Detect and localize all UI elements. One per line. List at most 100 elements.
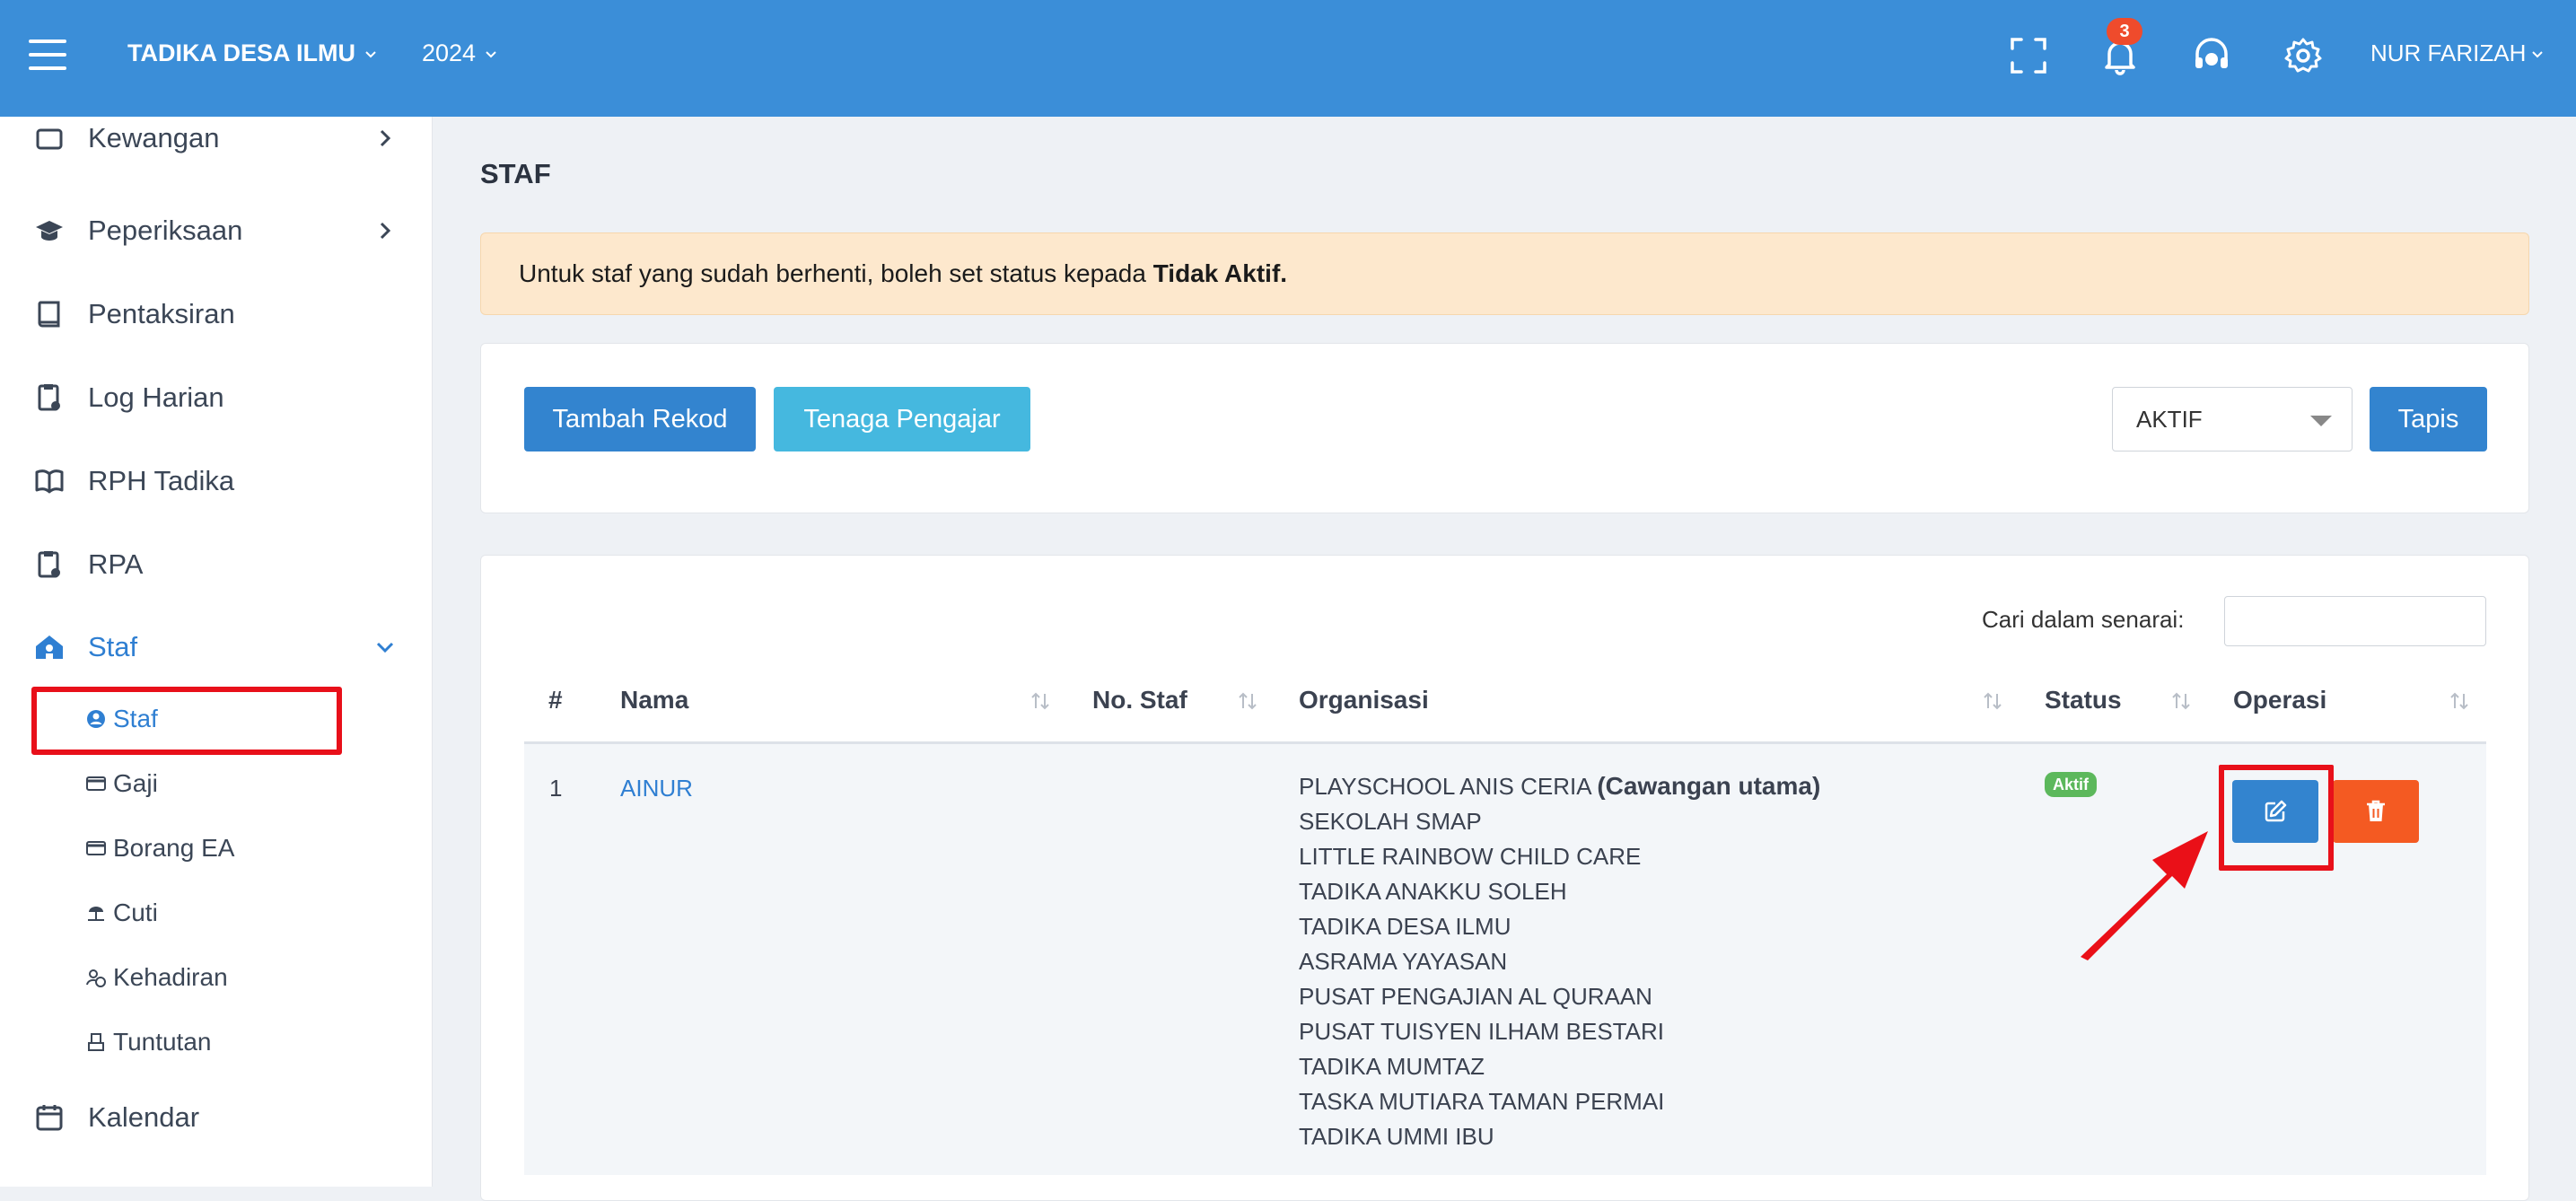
org-item: TADIKA ANAKKU SOLEH <box>1299 878 1567 905</box>
user-name: NUR FARIZAH <box>2370 39 2527 66</box>
highlight-annotation <box>31 687 342 755</box>
org-main-name: PLAYSCHOOL ANIS CERIA <box>1299 773 1591 800</box>
organisation-list: PLAYSCHOOL ANIS CERIA (Cawangan utama) S… <box>1299 768 1820 1154</box>
wallet-icon <box>36 128 63 150</box>
row-number: 1 <box>549 775 563 802</box>
org-item: LITTLE RAINBOW CHILD CARE <box>1299 843 1642 870</box>
chevron-right-icon <box>380 129 391 147</box>
notification-badge: 3 <box>2107 18 2142 45</box>
table-card: Cari dalam senarai: # Nama No. Staf Orga… <box>480 555 2529 1201</box>
sidebar-item-pentaksiran[interactable]: Pentaksiran <box>34 287 402 341</box>
chevron-down-icon <box>365 50 376 57</box>
org-item: TADIKA DESA ILMU <box>1299 913 1511 940</box>
school-name: TADIKA DESA ILMU <box>127 39 355 66</box>
card-icon <box>86 776 106 791</box>
sidebar-item-staf[interactable]: Staf <box>34 620 402 674</box>
sidebar-subitem-borang-ea[interactable]: Borang EA <box>86 828 337 869</box>
sidebar-item-rph-tadika[interactable]: RPH Tadika <box>34 454 402 508</box>
sidebar-subitem-label: Cuti <box>113 899 158 926</box>
sidebar-item-label: Peperiksaan <box>88 215 243 246</box>
sidebar-item-label: Pentaksiran <box>88 298 235 329</box>
sidebar-item-rpa[interactable]: RPA <box>34 538 402 592</box>
sidebar-subitem-label: Borang EA <box>113 834 235 862</box>
trash-icon <box>2367 800 2385 821</box>
column-header-no-staf[interactable]: No. Staf <box>1092 686 1187 714</box>
chevron-right-icon <box>380 222 391 240</box>
sidebar-item-label: RPH Tadika <box>88 465 235 496</box>
top-navbar: TADIKA DESA ILMU 2024 3 NUR FARIZAH <box>0 0 2576 117</box>
status-filter-value: AKTIF <box>2136 405 2203 433</box>
sidebar-item-label: Staf <box>88 631 138 662</box>
calendar-icon <box>36 1105 63 1131</box>
annotation-arrow-icon <box>2081 831 2208 960</box>
clipboard-icon <box>38 384 60 411</box>
sidebar-item-label: Log Harian <box>88 381 224 413</box>
column-header-nama[interactable]: Nama <box>620 686 688 714</box>
sort-icon[interactable] <box>1237 690 1258 712</box>
org-item: ASRAMA YAYASAN <box>1299 948 1508 975</box>
chevron-down-icon <box>486 50 496 57</box>
org-item: TADIKA UMMI IBU <box>1299 1123 1494 1150</box>
year-value: 2024 <box>422 39 477 66</box>
beach-icon <box>88 907 104 921</box>
alert-bold-text: Tidak Aktif. <box>1152 259 1288 287</box>
sidebar: Kewangan Peperiksaan Pentaksiran Log Har… <box>0 117 433 1187</box>
column-header-number[interactable]: # <box>548 686 563 714</box>
sort-icon[interactable] <box>2449 690 2470 712</box>
graduation-cap-icon <box>36 221 63 241</box>
filter-button[interactable]: Tapis <box>2370 387 2487 451</box>
status-filter-select[interactable]: AKTIF <box>2112 387 2353 451</box>
search-input[interactable] <box>2224 596 2486 646</box>
column-header-organisasi[interactable]: Organisasi <box>1299 686 1429 714</box>
school-icon <box>36 636 63 659</box>
org-item: PUSAT PENGAJIAN AL QURAAN <box>1299 983 1652 1010</box>
column-header-status[interactable]: Status <box>2045 686 2122 714</box>
fullscreen-icon[interactable] <box>2009 36 2048 75</box>
org-item: PUSAT TUISYEN ILHAM BESTARI <box>1299 1018 1664 1045</box>
user-clock-icon <box>86 969 106 987</box>
dropdown-arrow-icon <box>2310 416 2332 426</box>
year-selector[interactable]: 2024 <box>422 39 497 67</box>
sidebar-subitem-cuti[interactable]: Cuti <box>86 892 337 934</box>
org-item: TASKA MUTIARA TAMAN PERMAI <box>1299 1088 1665 1115</box>
sort-icon[interactable] <box>2170 690 2192 712</box>
sidebar-item-label: Kewangan <box>88 122 220 153</box>
alert-text: Untuk staf yang sudah berhenti, boleh se… <box>519 259 1153 287</box>
sidebar-subitem-tuntutan[interactable]: Tuntutan <box>86 1021 337 1063</box>
clipboard-icon <box>38 551 60 578</box>
sort-icon[interactable] <box>1030 690 1051 712</box>
gear-icon[interactable] <box>2283 36 2323 75</box>
sidebar-subitem-label: Kehadiran <box>113 963 228 991</box>
sidebar-item-label: Kalendar <box>88 1101 200 1133</box>
chevron-down-icon <box>376 642 394 653</box>
highlight-annotation <box>2219 765 2334 871</box>
info-alert: Untuk staf yang sudah berhenti, boleh se… <box>480 232 2529 315</box>
sidebar-subitem-kehadiran[interactable]: Kehadiran <box>86 957 337 998</box>
teacher-button[interactable]: Tenaga Pengajar <box>774 387 1030 451</box>
staff-name-link[interactable]: AINUR <box>620 775 693 802</box>
claim-icon <box>88 1033 104 1051</box>
delete-button[interactable] <box>2333 780 2419 843</box>
org-item: TADIKA MUMTAZ <box>1299 1053 1485 1080</box>
menu-icon[interactable] <box>29 39 66 70</box>
column-header-operasi[interactable]: Operasi <box>2233 686 2326 714</box>
org-main-note: (Cawangan utama) <box>1597 772 1821 800</box>
sidebar-item-kewangan[interactable]: Kewangan <box>34 117 402 165</box>
open-book-icon <box>35 469 64 494</box>
school-selector[interactable]: TADIKA DESA ILMU <box>127 39 377 67</box>
sidebar-subitem-gaji[interactable]: Gaji <box>86 763 337 804</box>
status-badge: Aktif <box>2045 772 2097 797</box>
sidebar-item-log-harian[interactable]: Log Harian <box>34 371 402 425</box>
support-headset-icon[interactable] <box>2192 36 2231 75</box>
card-icon <box>86 841 106 855</box>
sidebar-item-label: RPA <box>88 548 144 580</box>
org-item: SEKOLAH SMAP <box>1299 808 1482 835</box>
sidebar-item-kalendar[interactable]: Kalendar <box>34 1091 402 1144</box>
user-menu[interactable]: NUR FARIZAH <box>2370 39 2544 67</box>
sort-icon[interactable] <box>1982 690 2003 712</box>
org-main: PLAYSCHOOL ANIS CERIA (Cawangan utama) <box>1299 768 1820 804</box>
search-label: Cari dalam senarai: <box>1982 606 2185 633</box>
sidebar-subitem-label: Tuntutan <box>113 1028 212 1056</box>
sidebar-item-peperiksaan[interactable]: Peperiksaan <box>34 204 402 258</box>
add-record-button[interactable]: Tambah Rekod <box>524 387 756 451</box>
